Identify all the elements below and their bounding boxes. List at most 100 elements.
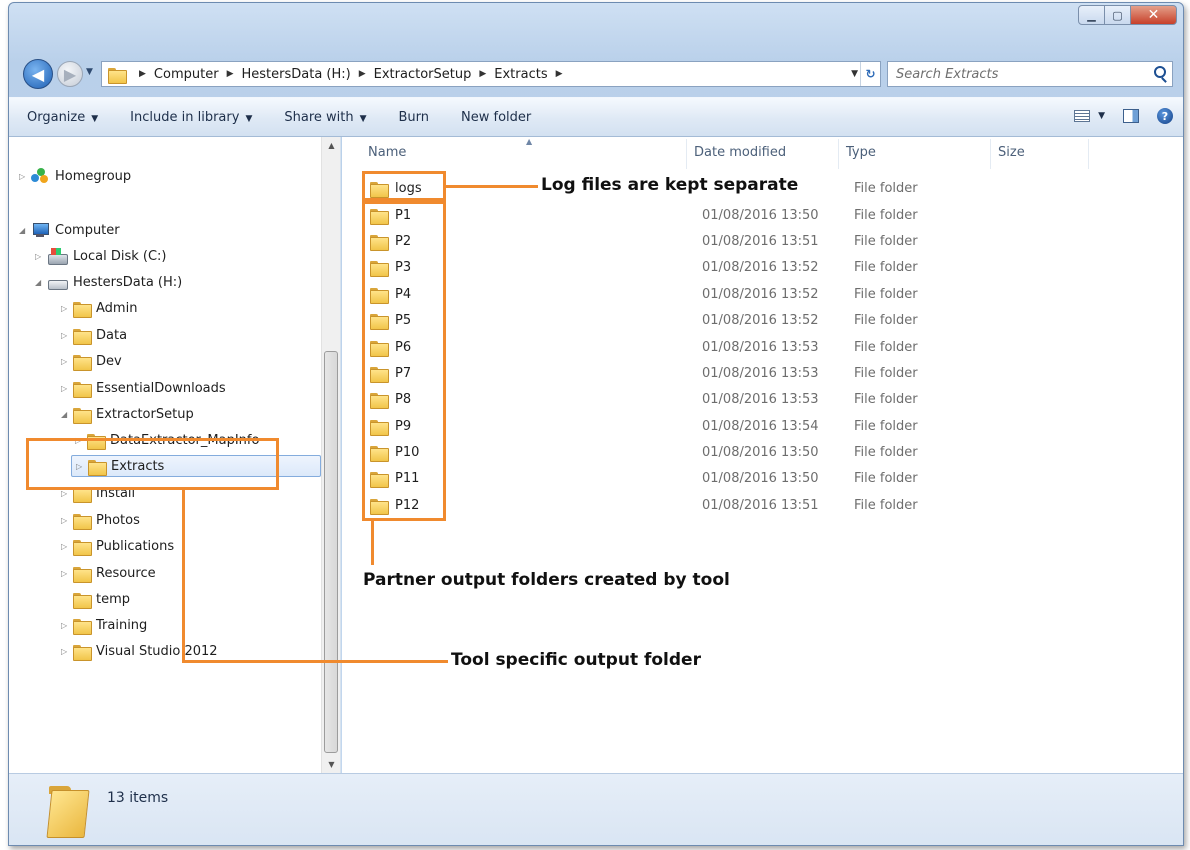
logs-highlight-box: [362, 171, 446, 201]
chevron-right-icon[interactable]: ▶: [556, 69, 563, 79]
file-type: File folder: [854, 497, 918, 513]
collapse-icon[interactable]: ◢: [61, 410, 73, 419]
nav-item-photos[interactable]: ▷ Photos: [61, 509, 140, 531]
include-in-library-button[interactable]: Include in library ▼: [130, 110, 252, 125]
expand-icon[interactable]: ▷: [61, 621, 73, 630]
recent-pages-dropdown-icon[interactable]: ▼: [86, 67, 93, 77]
nav-label: Publications: [96, 538, 175, 554]
column-header-date-modified[interactable]: Date modified: [694, 145, 786, 165]
search-icon[interactable]: [1154, 66, 1166, 78]
expand-icon[interactable]: ▷: [61, 331, 73, 340]
file-row[interactable]: P7 01/08/2016 13:53 File folder: [370, 362, 1150, 384]
chevron-right-icon[interactable]: ▶: [227, 69, 234, 79]
nav-label: Dev: [96, 353, 122, 369]
expand-icon[interactable]: ▷: [19, 172, 31, 181]
column-divider[interactable]: [838, 139, 839, 169]
scroll-up-icon[interactable]: ▲: [322, 137, 341, 154]
share-with-button[interactable]: Share with ▼: [284, 110, 366, 125]
expand-icon[interactable]: ▷: [61, 569, 73, 578]
collapse-icon[interactable]: ◢: [19, 226, 31, 235]
file-type: File folder: [854, 207, 918, 223]
file-row[interactable]: P8 01/08/2016 13:53 File folder: [370, 388, 1150, 410]
file-date: 01/08/2016 13:50: [702, 444, 819, 460]
nav-item-visual-studio-2012[interactable]: ▷ Visual Studio 2012: [61, 640, 218, 662]
search-input[interactable]: Search Extracts: [887, 61, 1173, 87]
expand-icon[interactable]: ▷: [61, 542, 73, 551]
tool-annotation: Tool specific output folder: [448, 650, 704, 670]
tool-callout-line-horizontal: [182, 660, 450, 663]
partner-callout-line: [371, 521, 374, 565]
nav-item-publications[interactable]: ▷ Publications: [61, 535, 174, 557]
computer-icon: [31, 222, 49, 238]
nav-item-resource[interactable]: ▷ Resource: [61, 562, 156, 584]
chevron-right-icon[interactable]: ▶: [479, 69, 486, 79]
chevron-right-icon[interactable]: ▶: [139, 69, 146, 79]
file-type: File folder: [854, 286, 918, 302]
address-dropdown-icon[interactable]: ▼: [851, 69, 858, 79]
scroll-down-icon[interactable]: ▼: [322, 756, 341, 773]
file-row[interactable]: P11 01/08/2016 13:50 File folder: [370, 467, 1150, 489]
nav-item-training[interactable]: ▷ Training: [61, 614, 147, 636]
forward-button[interactable]: ▶: [57, 61, 83, 87]
expand-icon[interactable]: ▷: [61, 384, 73, 393]
burn-button[interactable]: Burn: [399, 110, 430, 125]
breadcrumb-extracts[interactable]: Extracts: [494, 67, 547, 82]
file-row[interactable]: P12 01/08/2016 13:51 File folder: [370, 494, 1150, 516]
column-header-type[interactable]: Type: [846, 145, 876, 165]
expand-icon[interactable]: ▷: [61, 647, 73, 656]
minimize-button[interactable]: ▁: [1078, 5, 1105, 25]
refresh-icon[interactable]: ↻: [860, 62, 880, 86]
column-divider[interactable]: [990, 139, 991, 169]
nav-item-dev[interactable]: ▷ Dev: [61, 350, 122, 372]
scrollbar-thumb[interactable]: [324, 351, 338, 753]
nav-item-data[interactable]: ▷ Data: [61, 324, 127, 346]
collapse-icon[interactable]: ◢: [35, 278, 47, 287]
file-row[interactable]: P10 01/08/2016 13:50 File folder: [370, 441, 1150, 463]
nav-item-admin[interactable]: ▷ Admin: [61, 297, 137, 319]
nav-item-temp[interactable]: temp: [73, 588, 130, 610]
file-row[interactable]: P6 01/08/2016 13:53 File folder: [370, 336, 1150, 358]
expand-icon[interactable]: ▷: [61, 516, 73, 525]
change-view-button[interactable]: ▼: [1074, 110, 1105, 122]
column-divider[interactable]: [1088, 139, 1089, 169]
organize-button[interactable]: Organize ▼: [27, 110, 98, 125]
drive-icon: [47, 275, 68, 290]
help-icon[interactable]: ?: [1157, 108, 1173, 124]
file-row[interactable]: P4 01/08/2016 13:52 File folder: [370, 283, 1150, 305]
folder-icon: [73, 381, 92, 398]
explorer-window: ▁ ▢ ✕ ◀ ▶ ▼ ▶ Computer ▶ HestersData (H:…: [8, 2, 1184, 846]
chevron-right-icon[interactable]: ▶: [359, 69, 366, 79]
windows-disk-icon: [47, 248, 68, 265]
expand-icon[interactable]: ▷: [35, 252, 47, 261]
nav-scrollbar[interactable]: ▲ ▼: [321, 137, 340, 773]
file-row[interactable]: P5 01/08/2016 13:52 File folder: [370, 309, 1150, 331]
column-header-name[interactable]: Name: [368, 145, 406, 165]
address-bar[interactable]: ▶ Computer ▶ HestersData (H:) ▶ Extracto…: [101, 61, 881, 87]
breadcrumb-extractorsetup[interactable]: ExtractorSetup: [374, 67, 472, 82]
nav-item-computer[interactable]: ◢ Computer: [19, 219, 120, 241]
file-date: 01/08/2016 13:53: [702, 365, 819, 381]
nav-item-local-disk[interactable]: ▷ Local Disk (C:): [35, 245, 166, 267]
preview-pane-icon[interactable]: [1123, 109, 1139, 123]
file-row[interactable]: P9 01/08/2016 13:54 File folder: [370, 415, 1150, 437]
close-button[interactable]: ✕: [1131, 5, 1177, 25]
file-row[interactable]: P2 01/08/2016 13:51 File folder: [370, 230, 1150, 252]
nav-item-extractorsetup[interactable]: ◢ ExtractorSetup: [61, 403, 194, 425]
nav-item-essentialdownloads[interactable]: ▷ EssentialDownloads: [61, 377, 226, 399]
breadcrumb-computer[interactable]: Computer: [154, 67, 219, 82]
search-placeholder: Search Extracts: [896, 66, 999, 82]
breadcrumb-hestersdata[interactable]: HestersData (H:): [241, 67, 350, 82]
nav-item-homegroup[interactable]: ▷ Homegroup: [19, 165, 131, 187]
file-date: 01/08/2016 13:53: [702, 391, 819, 407]
expand-icon[interactable]: ▷: [61, 304, 73, 313]
back-button[interactable]: ◀: [23, 59, 53, 89]
new-folder-button[interactable]: New folder: [461, 110, 531, 125]
file-row[interactable]: P3 01/08/2016 13:52 File folder: [370, 256, 1150, 278]
column-divider[interactable]: [686, 139, 687, 169]
file-type: File folder: [854, 259, 918, 275]
file-row[interactable]: P1 01/08/2016 13:50 File folder: [370, 204, 1150, 226]
nav-item-hestersdata[interactable]: ◢ HestersData (H:): [35, 271, 182, 293]
column-header-size[interactable]: Size: [998, 145, 1025, 165]
expand-icon[interactable]: ▷: [61, 357, 73, 366]
maximize-button[interactable]: ▢: [1105, 5, 1131, 25]
